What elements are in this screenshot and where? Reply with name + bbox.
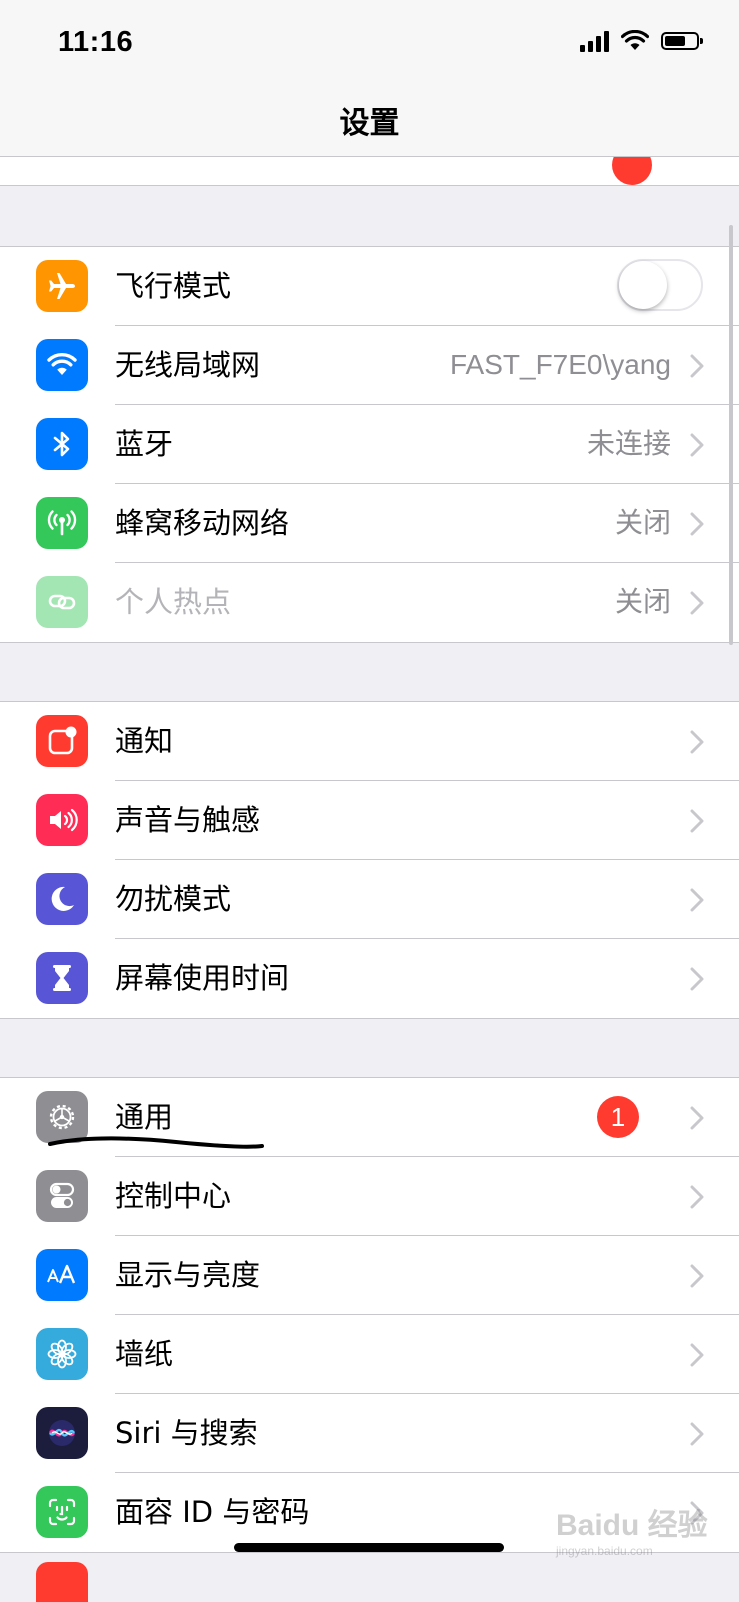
settings-row-label: 面容 ID 与密码 (115, 1495, 310, 1529)
settings-row-label: 无线局域网 (115, 348, 261, 382)
wifi-icon (621, 30, 649, 50)
watermark: Baidu 经验 jingyan.baidu.com (556, 1509, 708, 1558)
settings-row-label: 墙纸 (115, 1337, 174, 1371)
connectivity-group: 飞行模式 无线局域网 FAST_F7E0\yang 蓝牙 未连接 蜂窝移动网络 … (0, 246, 739, 643)
status-time: 11:16 (58, 26, 134, 58)
chevron-right-icon (690, 1422, 704, 1446)
chevron-right-icon (690, 512, 704, 536)
chevron-right-icon (690, 809, 704, 833)
settings-row-label: 蓝牙 (115, 427, 174, 461)
badge-peek (612, 157, 652, 185)
flower-icon (36, 1328, 88, 1380)
settings-row-label: 蜂窝移动网络 (115, 506, 290, 540)
bluetooth-icon (36, 418, 88, 470)
airplane-icon (36, 260, 88, 312)
settings-row-sounds[interactable]: 声音与触感 (0, 781, 739, 860)
text-size-icon (36, 1249, 88, 1301)
chevron-right-icon (690, 354, 704, 378)
battery-icon (661, 32, 703, 50)
airplane-mode-toggle[interactable] (617, 259, 703, 311)
settings-row-cellular[interactable]: 蜂窝移动网络 关闭 (0, 484, 739, 563)
scroll-indicator[interactable] (729, 225, 733, 645)
settings-row-label: 显示与亮度 (115, 1258, 261, 1292)
settings-row-wallpaper[interactable]: 墙纸 (0, 1315, 739, 1394)
status-bar: 11:16 (0, 0, 739, 88)
settings-row-label: 屏幕使用时间 (115, 961, 290, 995)
settings-row-label: 通用 (115, 1100, 174, 1134)
settings-row-control-center[interactable]: 控制中心 (0, 1157, 739, 1236)
settings-row-label: Siri 与搜索 (115, 1416, 258, 1450)
face-id-icon (36, 1486, 88, 1538)
settings-row-hotspot[interactable]: 个人热点 关闭 (0, 563, 739, 642)
chevron-right-icon (690, 1264, 704, 1288)
sound-icon (36, 794, 88, 846)
settings-row-screen-time[interactable]: 屏幕使用时间 (0, 939, 739, 1018)
settings-row-label: 声音与触感 (115, 803, 261, 837)
partial-row-apple-id[interactable] (0, 157, 739, 186)
settings-row-wifi[interactable]: 无线局域网 FAST_F7E0\yang (0, 326, 739, 405)
cellular-signal-icon (580, 30, 609, 52)
wifi-network-value: FAST_F7E0\yang (449, 349, 671, 380)
settings-row-label: 勿扰模式 (115, 882, 232, 916)
settings-row-bluetooth[interactable]: 蓝牙 未连接 (0, 405, 739, 484)
settings-row-airplane[interactable]: 飞行模式 (0, 247, 739, 326)
settings-row-label: 控制中心 (115, 1179, 232, 1213)
settings-row-notifications[interactable]: 通知 (0, 702, 739, 781)
moon-icon (36, 873, 88, 925)
settings-row-label: 通知 (115, 724, 174, 758)
hotspot-status-value: 关闭 (614, 585, 671, 618)
chevron-right-icon (690, 967, 704, 991)
hourglass-icon (36, 952, 88, 1004)
settings-row-label: 飞行模式 (115, 269, 232, 303)
notifications-icon (36, 715, 88, 767)
cellular-status-value: 关闭 (614, 506, 671, 539)
settings-row-label: 个人热点 (115, 585, 232, 619)
home-indicator[interactable] (234, 1543, 504, 1552)
chevron-right-icon (690, 730, 704, 754)
chevron-right-icon (690, 888, 704, 912)
bluetooth-status-value: 未连接 (586, 427, 671, 460)
wifi-icon (36, 339, 88, 391)
toggles-icon (36, 1170, 88, 1222)
chevron-right-icon (690, 1106, 704, 1130)
annotation-underline (48, 1136, 264, 1149)
notifications-group: 通知 声音与触感 勿扰模式 屏幕使用时间 (0, 701, 739, 1019)
chevron-right-icon (690, 433, 704, 457)
hotspot-icon (36, 576, 88, 628)
chevron-right-icon (690, 1185, 704, 1209)
chevron-right-icon (690, 1343, 704, 1367)
siri-icon (36, 1407, 88, 1459)
settings-row-do-not-disturb[interactable]: 勿扰模式 (0, 860, 739, 939)
settings-row-siri[interactable]: Siri 与搜索 (0, 1394, 739, 1473)
update-badge: 1 (597, 1096, 639, 1138)
cellular-antenna-icon (36, 497, 88, 549)
chevron-right-icon (690, 591, 704, 615)
next-row-icon-peek (36, 1562, 88, 1602)
navigation-bar: 设置 (0, 88, 739, 157)
settings-row-display[interactable]: 显示与亮度 (0, 1236, 739, 1315)
page-title: 设置 (339, 106, 400, 141)
